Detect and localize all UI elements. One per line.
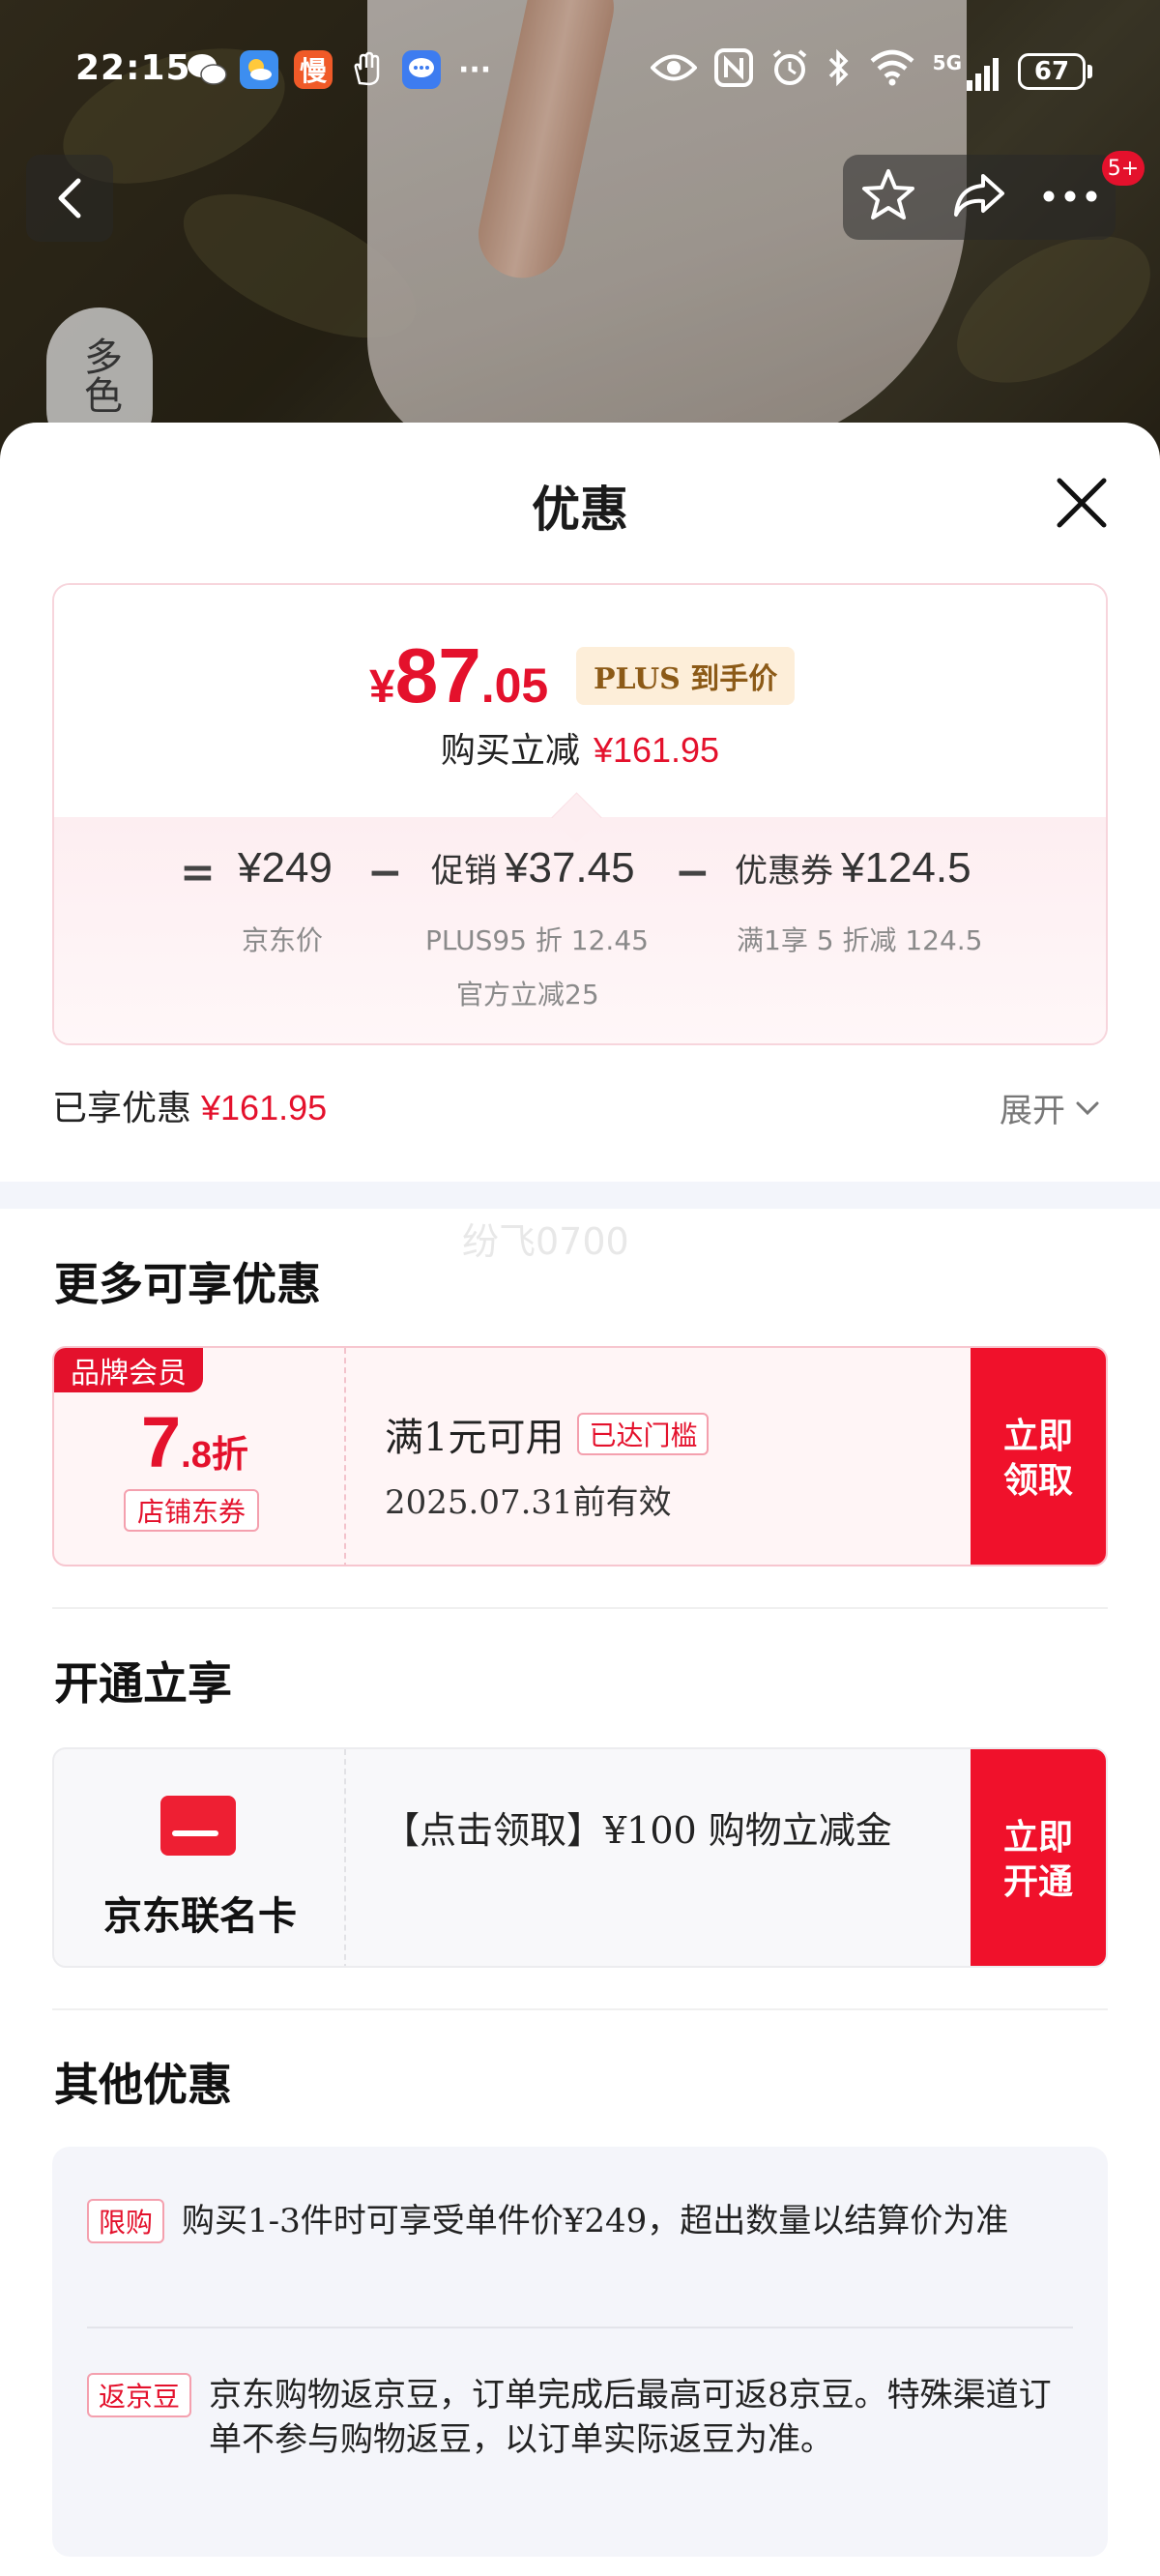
promo-value: ¥37.45 bbox=[505, 844, 635, 892]
hand-gesture-icon bbox=[348, 50, 387, 89]
promo-term: 促销 ¥37.45 bbox=[431, 844, 635, 893]
limit-purchase-tag: 限购 bbox=[87, 2199, 165, 2243]
brand-member-ribbon: 品牌会员 bbox=[54, 1348, 203, 1392]
discount-integer: 7 bbox=[141, 1402, 182, 1482]
more-offers-title: 更多可享优惠 bbox=[54, 1258, 321, 1310]
network-type: 5G bbox=[932, 51, 962, 74]
jd-price-label: 京东价 bbox=[242, 924, 324, 956]
equals-sign: = bbox=[180, 848, 216, 897]
more-button[interactable] bbox=[1041, 189, 1099, 207]
promo-note-plus: PLUS95 折 12.45 bbox=[425, 924, 649, 956]
bluetooth-icon bbox=[826, 48, 852, 95]
close-icon bbox=[1057, 478, 1107, 528]
chevron-left-icon bbox=[58, 178, 81, 219]
slow-app-icon: 慢 bbox=[294, 50, 333, 89]
threshold-reached-tag: 已达门槛 bbox=[577, 1413, 710, 1455]
star-icon bbox=[862, 169, 914, 220]
other-offers-title: 其他优惠 bbox=[54, 2059, 232, 2111]
chevron-down-icon bbox=[1076, 1101, 1099, 1115]
battery-level: 67 bbox=[1018, 53, 1086, 90]
status-time: 22:15 bbox=[75, 48, 191, 88]
card-name: 京东联名卡 bbox=[103, 1893, 297, 1939]
reduction-label: 购买立减 bbox=[440, 731, 580, 771]
credit-card-icon bbox=[160, 1796, 236, 1856]
sheet-title: 优惠 bbox=[532, 481, 628, 538]
discount-decimal: .8折 bbox=[181, 1435, 248, 1476]
promo-note-official: 官方立减25 bbox=[456, 979, 599, 1010]
limit-purchase-text: 购买1-3件时可享受单件价¥249，超出数量以结算价为准 bbox=[182, 2202, 1009, 2240]
list-item: 限购 购买1-3件时可享受单件价¥249，超出数量以结算价为准 bbox=[87, 2199, 1025, 2243]
signal-icon: 5G bbox=[933, 51, 1000, 92]
plus-price-tag: PLUS 到手价 bbox=[576, 647, 796, 705]
wifi-icon bbox=[869, 49, 915, 94]
eye-icon bbox=[649, 51, 698, 92]
list-divider bbox=[87, 2327, 1073, 2328]
status-right-cluster: 5G 67 bbox=[649, 48, 1092, 95]
minus-sign-1: − bbox=[367, 848, 403, 897]
more-dots-icon bbox=[1043, 190, 1097, 201]
favorite-button[interactable] bbox=[859, 167, 917, 227]
discount-sheet: 优惠 ¥ 87 .05 PLUS 到手价 购买立减 ¥161.95 = ¥249 … bbox=[0, 423, 1160, 2576]
reduction-value: ¥161.95 bbox=[593, 730, 720, 770]
watermark: 纷飞0700 bbox=[462, 1220, 629, 1263]
coupon-label: 优惠券 bbox=[735, 852, 833, 891]
share-icon bbox=[954, 174, 1004, 217]
weather-app-icon bbox=[240, 50, 278, 89]
purchase-reduction: 购买立减 ¥161.95 bbox=[54, 722, 1106, 773]
claim-coupon-button[interactable]: 立即 领取 bbox=[971, 1348, 1106, 1565]
more-notifications-icon: ··· bbox=[458, 52, 492, 87]
enjoyed-value: ¥161.95 bbox=[201, 1088, 328, 1127]
message-app-icon bbox=[402, 50, 441, 89]
price-integer: 87 bbox=[394, 632, 481, 718]
wechat-icon bbox=[186, 50, 228, 89]
price-decimal: .05 bbox=[480, 659, 549, 713]
minus-sign-2: − bbox=[675, 848, 710, 897]
promo-label: 促销 bbox=[431, 852, 497, 891]
divider bbox=[52, 1607, 1108, 1609]
divider bbox=[52, 2008, 1108, 2010]
coupon-condition: 满1元可用 已达门槛 bbox=[385, 1406, 710, 1462]
condition-text: 满1元可用 bbox=[385, 1416, 565, 1460]
battery-indicator: 67 bbox=[1018, 53, 1092, 90]
coupon-value: ¥124.5 bbox=[841, 844, 972, 892]
coupon-validity: 2025.07.31前有效 bbox=[385, 1483, 672, 1522]
activate-button-line1: 立即 bbox=[1002, 1817, 1073, 1858]
alarm-icon bbox=[770, 48, 809, 95]
share-button[interactable] bbox=[950, 170, 1008, 224]
close-button[interactable] bbox=[1052, 473, 1112, 533]
message-count-badge: 5+ bbox=[1102, 151, 1145, 186]
brand-member-coupon: 品牌会员 7 .8折 店铺东券 满1元可用 已达门槛 2025.07.31前有效… bbox=[52, 1346, 1108, 1566]
price-currency: ¥ bbox=[369, 661, 395, 713]
coupon-discount: 7 .8折 bbox=[141, 1401, 248, 1483]
jd-price-value: ¥249 bbox=[238, 844, 333, 892]
expand-label: 展开 bbox=[1000, 1092, 1065, 1130]
coupon-term: 优惠券 ¥124.5 bbox=[735, 844, 972, 893]
top-action-bar bbox=[843, 155, 1116, 240]
claim-button-line2: 领取 bbox=[1002, 1460, 1073, 1501]
nfc-icon bbox=[713, 48, 753, 95]
list-item: 返京豆 京东购物返京豆，订单完成后最高可返8京豆。特殊渠道订单不参与购物返豆，以… bbox=[87, 2373, 1054, 2462]
co-branded-card-offer: 京东联名卡 【点击领取】¥100 购物立减金 立即 开通 bbox=[52, 1747, 1108, 1968]
card-offer-text: 【点击领取】¥100 购物立减金 bbox=[383, 1809, 892, 1852]
section-divider bbox=[0, 1182, 1160, 1209]
enjoyed-label: 已享优惠 bbox=[52, 1089, 192, 1128]
jd-beans-text: 京东购物返京豆，订单完成后最高可返8京豆。特殊渠道订单不参与购物返豆，以订单实际… bbox=[209, 2376, 1052, 2459]
store-coupon-tag: 店铺东券 bbox=[124, 1489, 260, 1532]
price-summary-card: ¥ 87 .05 PLUS 到手价 购买立减 ¥161.95 = ¥249 − 促… bbox=[52, 583, 1108, 1045]
activate-card-button[interactable]: 立即 开通 bbox=[971, 1749, 1106, 1966]
final-price: ¥ 87 .05 bbox=[369, 631, 548, 720]
jd-beans-tag: 返京豆 bbox=[87, 2373, 192, 2417]
other-offers-list: 限购 购买1-3件时可享受单件价¥249，超出数量以结算价为准 返京豆 京东购物… bbox=[52, 2147, 1108, 2557]
status-bar: 22:15 慢 ··· 5G 67 bbox=[0, 43, 1160, 101]
back-button[interactable] bbox=[26, 155, 113, 242]
enjoyed-discount: 已享优惠 ¥161.95 bbox=[52, 1080, 327, 1130]
expand-button[interactable]: 展开 bbox=[1000, 1084, 1100, 1131]
coupon-note: 满1享 5 折减 124.5 bbox=[737, 924, 983, 956]
activate-button-line2: 开通 bbox=[1002, 1861, 1073, 1902]
claim-button-line1: 立即 bbox=[1002, 1416, 1073, 1456]
activate-title: 开通立享 bbox=[54, 1657, 232, 1710]
